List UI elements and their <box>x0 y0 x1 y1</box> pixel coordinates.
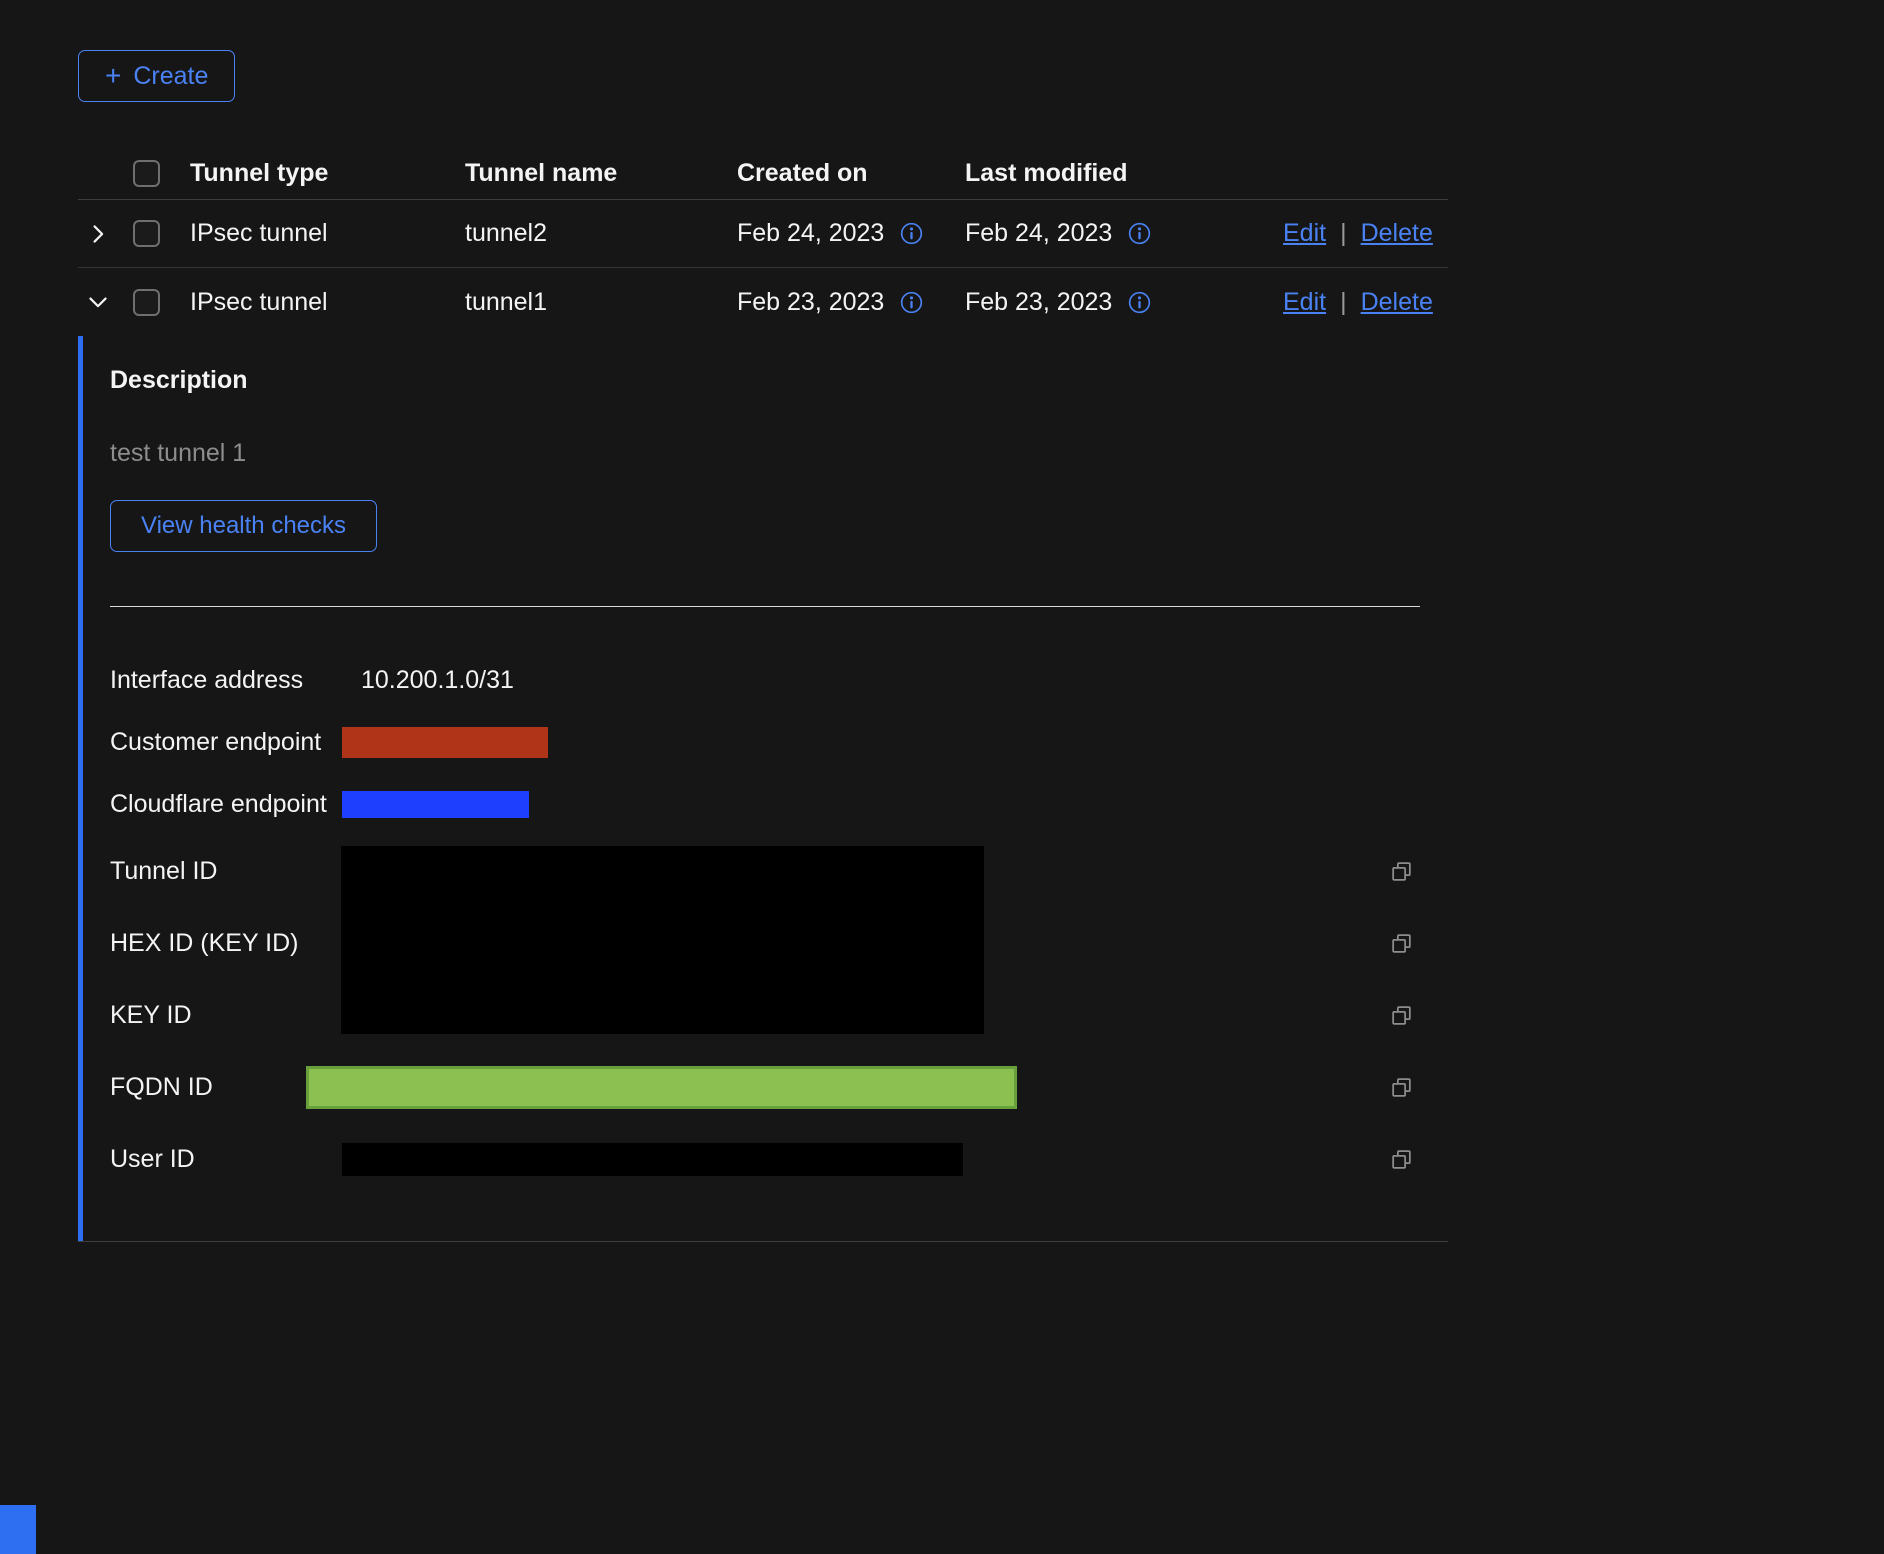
tunnel-ids-redacted-value <box>341 846 984 1034</box>
cloudflare-endpoint-label: Cloudflare endpoint <box>110 790 342 819</box>
copy-icon[interactable] <box>1389 1003 1414 1028</box>
fqdn-id-highlighted-value <box>306 1066 1017 1109</box>
create-button-label: Create <box>133 62 208 91</box>
bottom-left-blue-strip <box>0 1505 36 1554</box>
table-row: IPsec tunnel tunnel2 Feb 24, 2023 Feb 24… <box>78 200 1448 268</box>
table-bottom-border <box>78 1241 1448 1242</box>
hex-id-label: HEX ID (KEY ID) <box>110 929 342 958</box>
cloudflare-endpoint-row: Cloudflare endpoint <box>110 773 1420 835</box>
copy-icon[interactable] <box>1389 1147 1414 1172</box>
tunnel-id-group: Tunnel ID HEX ID (KEY ID) KEY ID <box>110 835 1420 1051</box>
customer-endpoint-redacted-value <box>342 727 548 758</box>
description-label: Description <box>110 366 1420 395</box>
info-icon[interactable] <box>1128 291 1151 314</box>
cloudflare-endpoint-redacted-value <box>342 791 529 818</box>
tunnel-fields: Interface address 10.200.1.0/31 Customer… <box>110 649 1420 1195</box>
tunnel-detail-panel: Description test tunnel 1 View health ch… <box>78 336 1448 1241</box>
edit-link[interactable]: Edit <box>1283 219 1326 248</box>
header-tunnel-name: Tunnel name <box>465 159 737 188</box>
copy-icon[interactable] <box>1389 931 1414 956</box>
interface-address-row: Interface address 10.200.1.0/31 <box>110 649 1420 711</box>
info-icon[interactable] <box>900 222 923 245</box>
edit-link[interactable]: Edit <box>1283 288 1326 317</box>
create-button[interactable]: + Create <box>78 50 235 102</box>
user-id-redacted-value <box>342 1143 963 1176</box>
customer-endpoint-label: Customer endpoint <box>110 728 342 757</box>
action-separator: | <box>1340 288 1347 317</box>
info-icon[interactable] <box>1128 222 1151 245</box>
select-all-checkbox[interactable] <box>133 160 160 187</box>
cell-tunnel-name: tunnel1 <box>465 288 737 317</box>
customer-endpoint-row: Customer endpoint <box>110 711 1420 773</box>
tunnels-page: + Create Tunnel type Tunnel name Created… <box>78 50 1448 1242</box>
info-icon[interactable] <box>900 291 923 314</box>
table-header: Tunnel type Tunnel name Created on Last … <box>78 148 1448 200</box>
copy-icon[interactable] <box>1389 1075 1414 1100</box>
delete-link[interactable]: Delete <box>1361 288 1433 317</box>
row-checkbox[interactable] <box>133 220 160 247</box>
cell-tunnel-name: tunnel2 <box>465 219 737 248</box>
cell-last-modified: Feb 23, 2023 <box>965 288 1112 317</box>
action-separator: | <box>1340 219 1347 248</box>
interface-address-value: 10.200.1.0/31 <box>361 666 514 695</box>
chevron-down-icon[interactable] <box>78 282 118 322</box>
section-divider <box>110 606 1420 607</box>
chevron-right-icon[interactable] <box>78 214 118 254</box>
user-id-label: User ID <box>110 1145 342 1174</box>
header-last-modified: Last modified <box>965 159 1283 188</box>
description-value: test tunnel 1 <box>110 439 1420 468</box>
copy-icon[interactable] <box>1389 859 1414 884</box>
cell-tunnel-type: IPsec tunnel <box>190 288 465 317</box>
cell-tunnel-type: IPsec tunnel <box>190 219 465 248</box>
interface-address-label: Interface address <box>110 666 342 695</box>
cell-last-modified: Feb 24, 2023 <box>965 219 1112 248</box>
tunnel-id-label: Tunnel ID <box>110 857 342 886</box>
view-health-checks-button[interactable]: View health checks <box>110 500 377 552</box>
row-checkbox[interactable] <box>133 289 160 316</box>
fqdn-id-row: FQDN ID <box>110 1051 1420 1123</box>
plus-icon: + <box>105 62 121 90</box>
cell-created-on: Feb 23, 2023 <box>737 288 884 317</box>
user-id-row: User ID <box>110 1123 1420 1195</box>
cell-created-on: Feb 24, 2023 <box>737 219 884 248</box>
header-created-on: Created on <box>737 159 965 188</box>
table-row: IPsec tunnel tunnel1 Feb 23, 2023 Feb 23… <box>78 268 1448 336</box>
delete-link[interactable]: Delete <box>1361 219 1433 248</box>
key-id-label: KEY ID <box>110 1001 342 1030</box>
header-tunnel-type: Tunnel type <box>190 159 465 188</box>
